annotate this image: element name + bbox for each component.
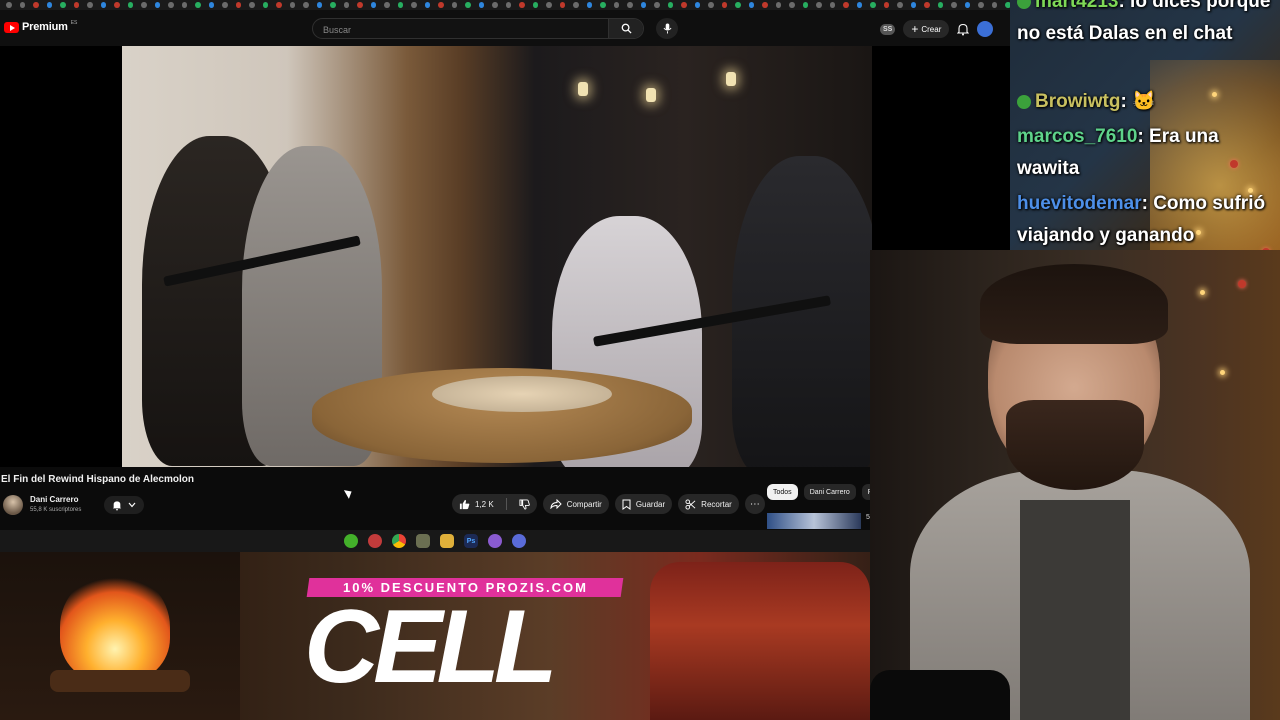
region-code: ES (70, 19, 78, 26)
search-box (312, 18, 644, 39)
subscriber-count: 55,8 K suscriptores (30, 507, 82, 513)
logo-text: Premium (22, 21, 68, 33)
chip-channel[interactable]: Dani Carrero (803, 484, 856, 500)
account-avatar[interactable] (977, 21, 994, 37)
chat-message: marcos_7610: Era una wawita (1017, 121, 1275, 185)
share-label: Compartir (566, 499, 602, 509)
chat-text: : 🐱 (1120, 91, 1156, 112)
youtube-premium-logo[interactable]: Premium ES (4, 19, 78, 33)
plus-icon: + (911, 22, 919, 36)
shirt (1020, 500, 1130, 720)
app-icon-purple[interactable] (488, 534, 502, 548)
mic-icon (663, 23, 671, 34)
video-title: El Fin del Rewind Hispano de Alecmolon (1, 474, 194, 485)
thumbs-down-icon (519, 498, 530, 510)
chat-message: Browiwtg: 🐱 (1017, 86, 1275, 118)
microphone-arm (870, 670, 1010, 720)
tree-light (1200, 290, 1205, 295)
like-dislike-group: 1,2 K (452, 494, 537, 514)
app-icon-pen[interactable] (416, 534, 430, 548)
save-label: Guardar (635, 499, 666, 509)
hair (980, 264, 1168, 344)
os-taskbar: Ps (0, 530, 870, 552)
folder-icon[interactable] (440, 534, 454, 548)
brand-text: CELL (304, 589, 558, 705)
chat-username[interactable]: marcos_7610 (1017, 126, 1137, 147)
os-top-toolbar (0, 0, 1010, 10)
fireplace (0, 552, 240, 720)
video-actions: 1,2 K Compartir Guardar Recortar ⋯ (452, 494, 765, 514)
voice-search-button[interactable] (656, 18, 678, 39)
bell-icon (112, 500, 122, 510)
dislike-button[interactable] (512, 494, 537, 514)
share-icon (550, 499, 562, 509)
clip-button[interactable]: Recortar (678, 494, 739, 514)
more-icon: ⋯ (749, 498, 760, 510)
chat-message: huevitodemar: Como sufrió viajando y gan… (1017, 188, 1275, 252)
like-count: 1,2 K (475, 499, 494, 509)
save-button[interactable]: Guardar (614, 494, 673, 514)
video-player[interactable]: x2 (0, 46, 1010, 467)
header-right-actions: SS + Crear (880, 20, 994, 38)
tree-light (1220, 370, 1225, 375)
search-input[interactable] (321, 21, 605, 38)
more-actions-button[interactable]: ⋯ (744, 494, 765, 514)
ceiling-lamp (578, 82, 588, 96)
chip-all[interactable]: Todos (767, 484, 798, 500)
channel-name[interactable]: Dani Carrero (30, 495, 78, 504)
app-icon-red[interactable] (368, 534, 382, 548)
app-icon-blue[interactable] (512, 534, 526, 548)
search-icon (621, 23, 632, 34)
extension-badge[interactable]: SS (880, 23, 896, 35)
beard (1006, 400, 1144, 490)
chat-username[interactable]: mart4213 (1035, 0, 1118, 12)
sofa (650, 562, 870, 720)
webcam-feed (870, 250, 1280, 720)
thumbs-up-icon (459, 499, 470, 509)
user-badge-icon (1017, 0, 1031, 9)
youtube-play-icon (4, 21, 19, 33)
photoshop-icon[interactable]: Ps (464, 534, 478, 548)
firewood (50, 670, 190, 692)
create-label: Crear (921, 24, 942, 34)
bookmark-icon (622, 499, 631, 510)
channel-avatar[interactable] (3, 495, 23, 515)
video-frame[interactable] (122, 46, 872, 467)
mouse-cursor (343, 487, 355, 499)
like-button[interactable]: 1,2 K (452, 494, 501, 514)
chat-message: mart4213: lo dices porque no está Dalas … (1017, 0, 1275, 50)
user-badge-icon (1017, 94, 1031, 109)
create-button[interactable]: + Crear (903, 20, 950, 38)
search-button[interactable] (608, 19, 643, 38)
clip-label: Recortar (701, 499, 732, 509)
subscription-bell-button[interactable] (104, 496, 144, 514)
chat-username[interactable]: Browiwtg (1035, 91, 1121, 112)
ceiling-lamp (726, 72, 736, 86)
chat-username[interactable]: huevitodemar (1017, 193, 1142, 214)
fire-icon (60, 572, 170, 682)
ceiling-lamp (646, 88, 656, 102)
chevron-down-icon (128, 502, 136, 508)
related-video-thumbnail[interactable] (767, 513, 861, 529)
pizza-plate (432, 376, 612, 412)
scissors-icon (685, 498, 696, 510)
share-button[interactable]: Compartir (542, 494, 609, 514)
youtube-header: Premium ES SS + Crear (0, 10, 1010, 46)
ornament (1238, 280, 1246, 288)
chrome-icon[interactable] (392, 534, 406, 548)
divider (505, 498, 507, 510)
spotify-icon[interactable] (344, 534, 358, 548)
bell-icon[interactable] (957, 23, 970, 36)
